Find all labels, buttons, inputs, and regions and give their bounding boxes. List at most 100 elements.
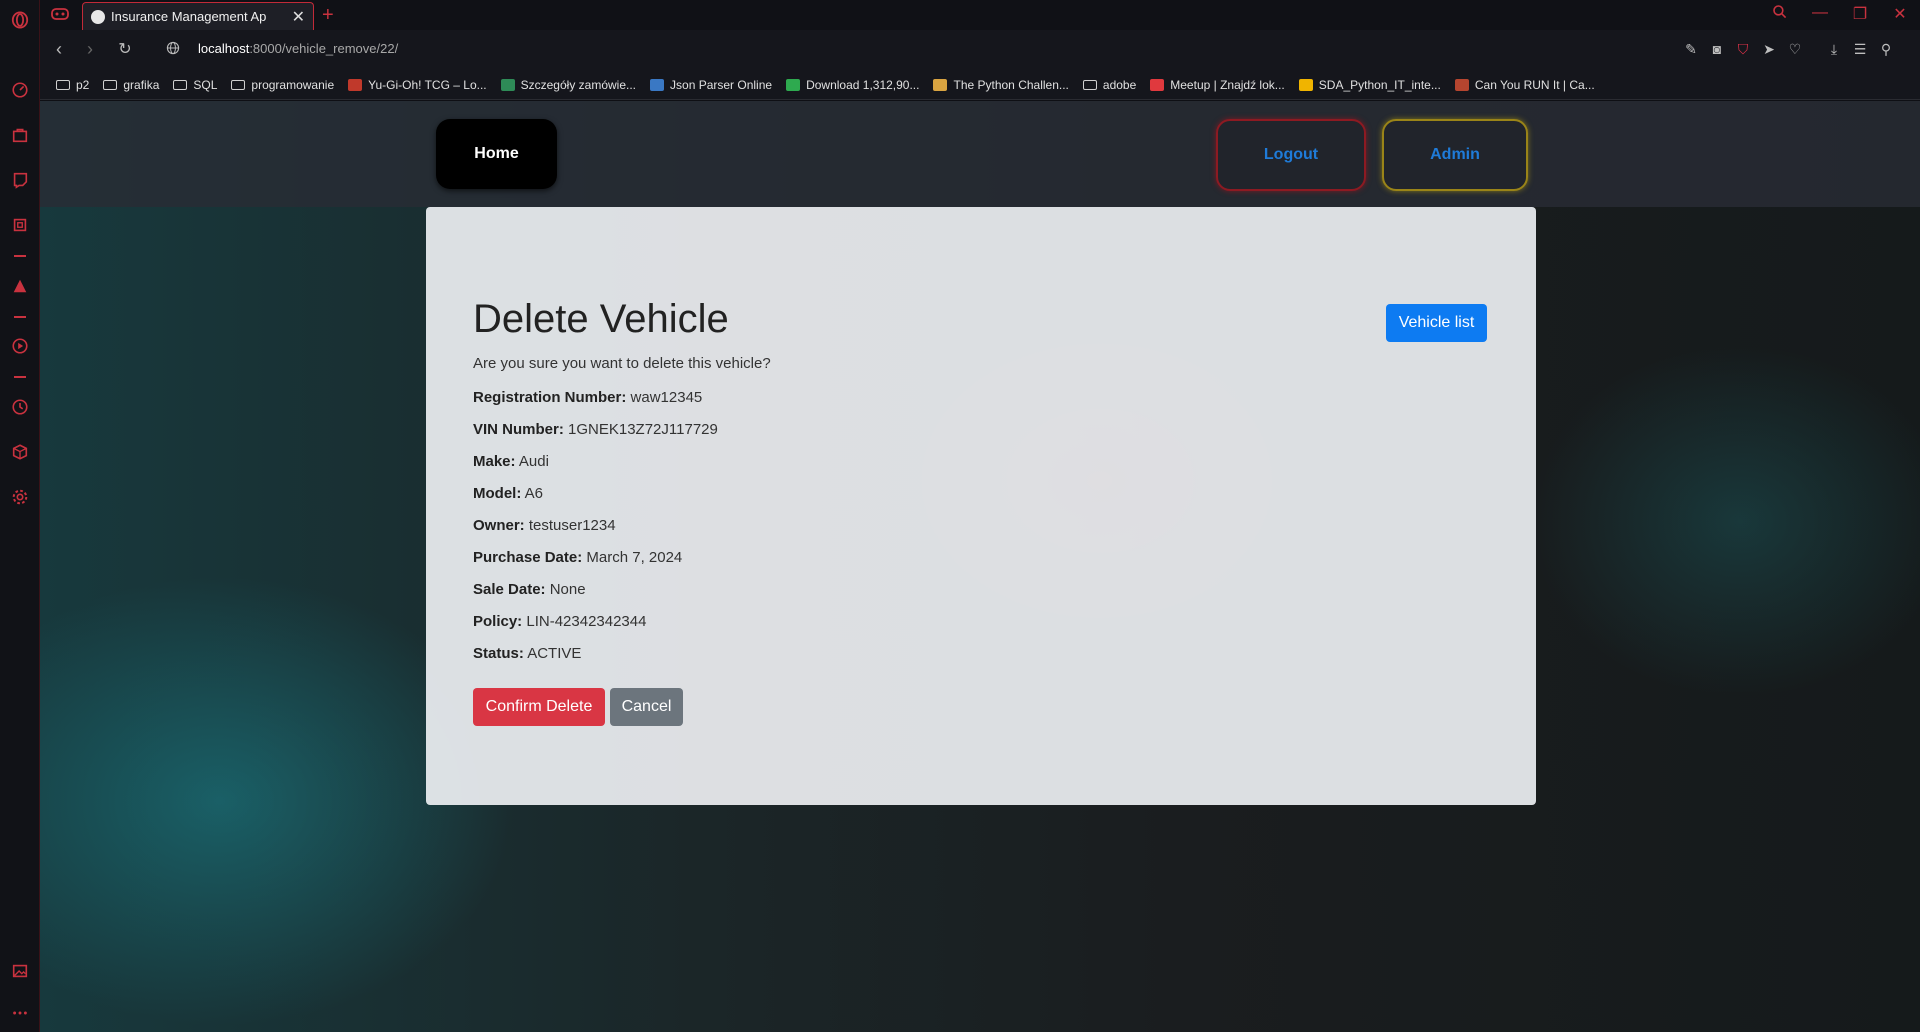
easy-setup-menu-icon[interactable]: ☰	[1850, 41, 1870, 58]
favicon-icon	[650, 78, 665, 91]
detail-label: Status:	[473, 645, 524, 662]
detail-value: March 7, 2024	[586, 549, 683, 566]
detail-policy: Policy: LIN-42342342344	[473, 613, 646, 630]
delete-vehicle-card: Delete Vehicle Vehicle list Are you sure…	[426, 207, 1536, 805]
favorite-heart-icon[interactable]: ♡	[1785, 41, 1805, 58]
tab-menu-gx-icon[interactable]	[50, 6, 70, 24]
more-dots-icon[interactable]	[9, 1002, 31, 1024]
bookmark-label: Meetup | Znajdź lok...	[1170, 77, 1285, 92]
sidebar-separator	[14, 376, 26, 378]
bookmark-item[interactable]: Json Parser Online	[650, 78, 772, 92]
vehicle-list-button[interactable]: Vehicle list	[1386, 304, 1487, 342]
bookmark-label: SQL	[193, 77, 218, 92]
address-bar: ‹ › ↻ localhost:8000/vehicle_remove/22/ …	[40, 30, 1920, 70]
bookmark-item[interactable]: Can You RUN It | Ca...	[1454, 78, 1595, 92]
speed-dial-icon[interactable]	[9, 79, 31, 101]
bookmark-item[interactable]: The Python Challen...	[933, 77, 1069, 92]
bookmark-label: Json Parser Online	[670, 77, 773, 92]
profile-icon[interactable]: ⚲	[1876, 41, 1896, 58]
bookmarks-bar: p2 grafika SQL programowanie Yu-Gi-Oh! TCG –…	[40, 70, 1920, 100]
close-tab-icon[interactable]: ✕	[292, 7, 305, 27]
home-button[interactable]: Home	[436, 119, 557, 189]
history-icon[interactable]	[9, 396, 31, 418]
bookmark-item[interactable]: p2	[56, 78, 89, 92]
bookmark-label: p2	[76, 77, 90, 92]
url-path: :8000/vehicle_remove/22/	[249, 41, 399, 56]
restore-icon[interactable]: ❐	[1848, 4, 1872, 24]
detail-value: ACTIVE	[527, 645, 582, 662]
bookmark-item[interactable]: Yu-Gi-Oh! TCG – Lo...	[348, 78, 487, 92]
twitch-icon[interactable]	[9, 169, 31, 191]
settings-gear-icon[interactable]	[9, 486, 31, 508]
bookmark-item[interactable]: SQL	[173, 78, 217, 92]
new-tab-plus-icon[interactable]: +	[322, 4, 334, 27]
edit-share-icon[interactable]: ✎	[1681, 41, 1701, 58]
page-title: Delete Vehicle	[473, 297, 729, 341]
bookmark-label: Szczegóły zamówie...	[520, 77, 637, 92]
send-icon[interactable]: ➤	[1759, 41, 1779, 58]
detail-registration-number: Registration Number: waw12345	[473, 389, 702, 406]
shopping-bag-icon[interactable]	[9, 124, 31, 146]
tab-title: Insurance Management Ap	[111, 9, 267, 24]
confirm-delete-button[interactable]: Confirm Delete	[473, 688, 605, 726]
site-navbar: Home Logout Admin	[40, 101, 1920, 207]
sidebar-separator	[14, 255, 26, 257]
bookmark-item[interactable]: Szczegóły zamówie...	[500, 77, 637, 92]
bookmark-item[interactable]: adobe	[1082, 78, 1136, 92]
detail-label: Policy:	[473, 613, 523, 630]
extensions-icon[interactable]	[9, 441, 31, 463]
bookmark-label: SDA_Python_IT_inte...	[1318, 77, 1441, 92]
wallpaper-icon[interactable]	[9, 960, 31, 982]
back-icon[interactable]: ‹	[47, 39, 71, 60]
opera-logo-icon[interactable]	[9, 9, 31, 31]
reload-icon[interactable]: ↻	[113, 39, 137, 59]
detail-value: LIN-42342342344	[526, 613, 647, 630]
bookmark-item[interactable]: programowanie	[231, 78, 334, 92]
favicon-icon	[500, 78, 515, 91]
detail-label: Model:	[473, 485, 522, 502]
bookmark-item[interactable]: SDA_Python_IT_inte...	[1298, 77, 1441, 92]
sidebar-separator	[14, 316, 26, 318]
bookmark-label: programowanie	[251, 77, 335, 92]
detail-vin-number: VIN Number: 1GNEK13Z72J117729	[473, 421, 718, 438]
folder-icon	[173, 79, 188, 90]
aria-icon[interactable]	[9, 275, 31, 297]
detail-make: Make: Audi	[473, 453, 549, 470]
bookmark-label: grafika	[123, 77, 160, 92]
tab-insurance-management[interactable]: Insurance Management Ap ✕	[82, 2, 314, 30]
player-icon[interactable]	[9, 335, 31, 357]
detail-label: Purchase Date:	[473, 549, 583, 566]
detail-value: waw12345	[630, 389, 703, 406]
detail-label: Owner:	[473, 517, 525, 534]
site-info-globe-icon[interactable]	[161, 41, 185, 58]
admin-button[interactable]: Admin	[1382, 119, 1528, 191]
url-field[interactable]: localhost:8000/vehicle_remove/22/	[198, 41, 398, 56]
bookmark-label: Download 1,312,90...	[806, 77, 920, 92]
detail-label: Registration Number:	[473, 389, 627, 406]
page-background: Home Logout Admin Delete Vehicle Vehicle…	[40, 101, 1920, 1032]
detail-purchase-date: Purchase Date: March 7, 2024	[473, 549, 682, 566]
vpn-shield-icon[interactable]: ⛉	[1733, 41, 1753, 58]
bookmark-item[interactable]: Meetup | Znajdź lok...	[1150, 78, 1285, 92]
download-icon[interactable]: ⤓	[1824, 41, 1844, 58]
forward-icon[interactable]: ›	[78, 39, 102, 60]
favicon-icon	[1454, 78, 1469, 91]
close-window-icon[interactable]: ✕	[1888, 4, 1912, 24]
gx-control-icon[interactable]	[9, 214, 31, 236]
detail-label: Sale Date:	[473, 581, 546, 598]
detail-label: VIN Number:	[473, 421, 564, 438]
snapshot-camera-icon[interactable]: ◙	[1707, 41, 1727, 57]
search-tabs-icon[interactable]	[1768, 4, 1792, 25]
detail-value: None	[549, 581, 586, 598]
detail-sale-date: Sale Date: None	[473, 581, 586, 598]
logout-button[interactable]: Logout	[1216, 119, 1366, 191]
cancel-button[interactable]: Cancel	[610, 688, 683, 726]
minimize-icon[interactable]: —	[1808, 4, 1832, 22]
bookmark-label: The Python Challen...	[953, 77, 1069, 92]
detail-label: Make:	[473, 453, 516, 470]
bookmark-item[interactable]: grafika	[103, 78, 159, 92]
detail-value: 1GNEK13Z72J117729	[568, 421, 718, 438]
bookmark-item[interactable]: Download 1,312,90...	[786, 78, 919, 92]
folder-icon	[56, 79, 70, 90]
confirmation-question: Are you sure you want to delete this veh…	[473, 355, 771, 372]
